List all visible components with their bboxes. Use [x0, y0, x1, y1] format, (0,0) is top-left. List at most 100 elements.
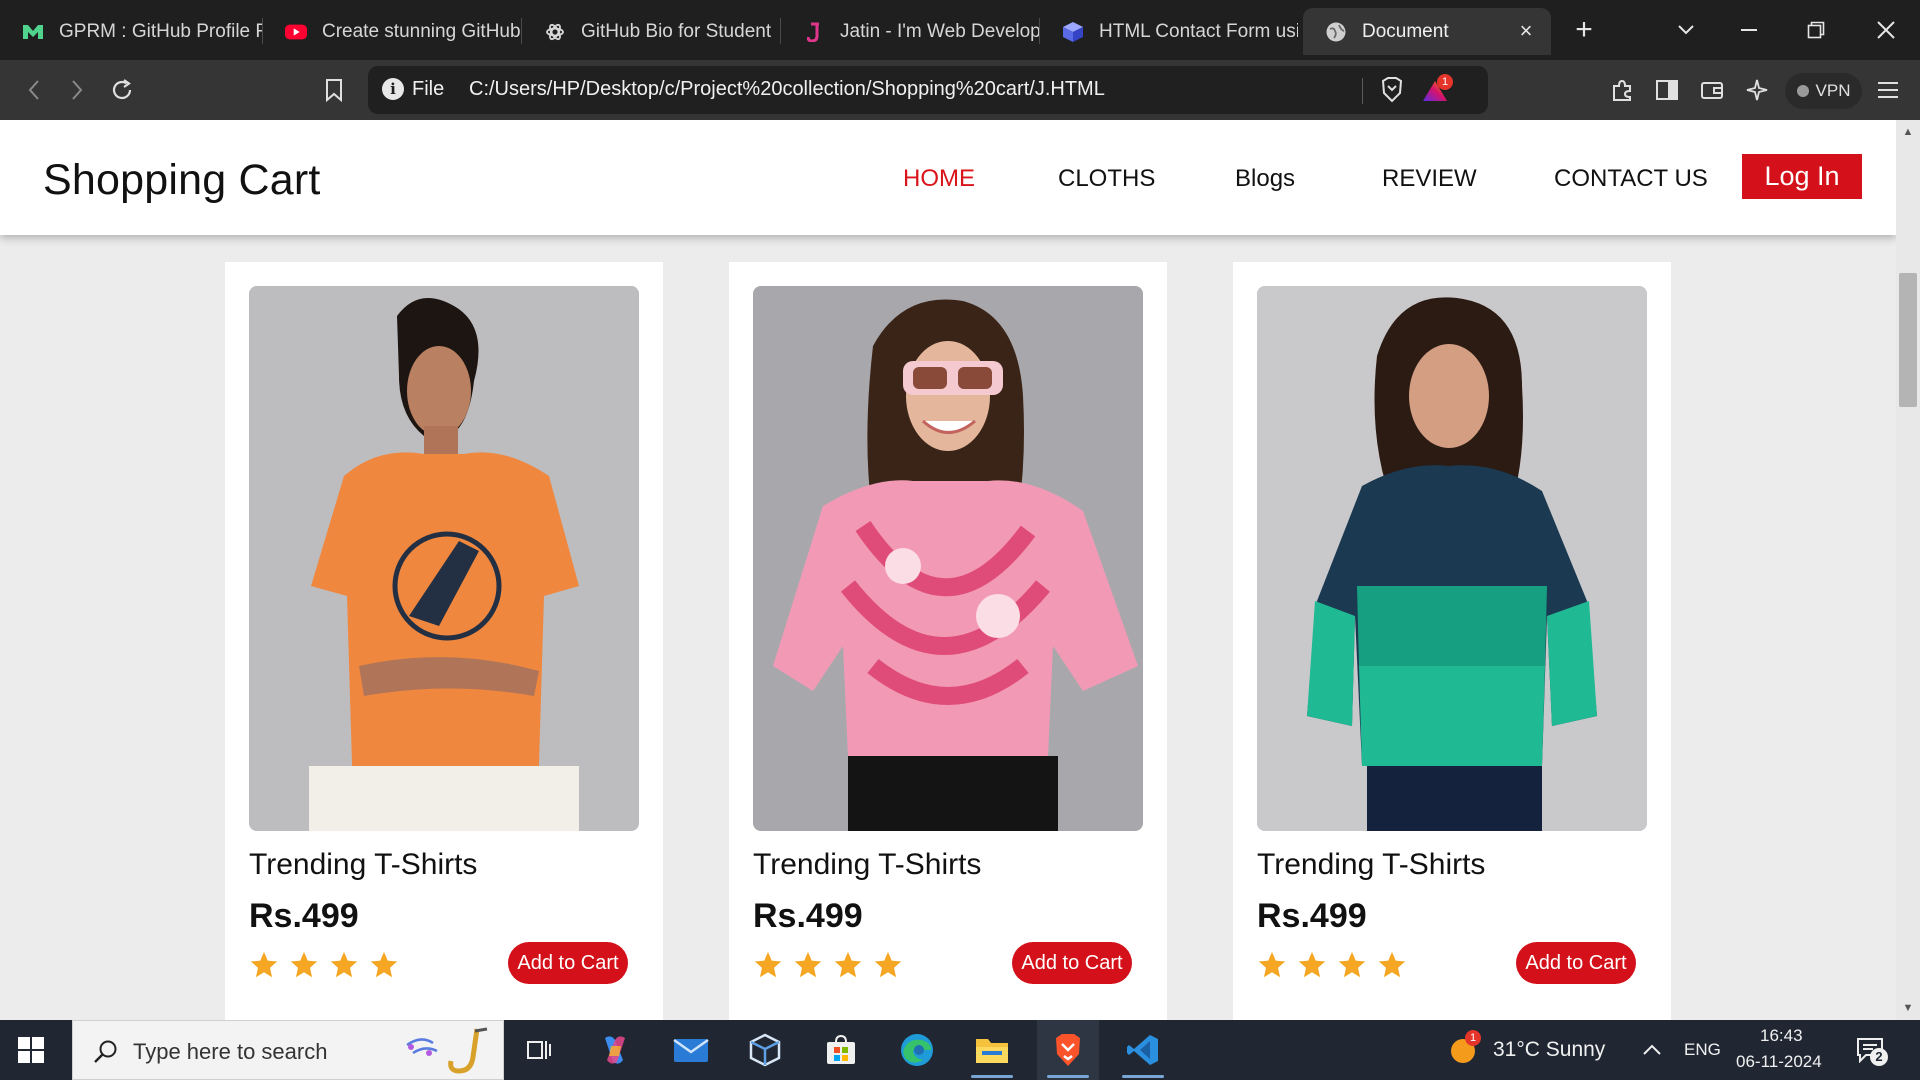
minimize-icon[interactable]: [1729, 10, 1769, 50]
brave-shields-icon[interactable]: [1380, 77, 1404, 108]
brave-icon[interactable]: [1037, 1020, 1099, 1080]
browser-tab[interactable]: Create stunning GitHub: [263, 8, 521, 55]
cube-icon: [1062, 21, 1084, 43]
vpn-status-dot: [1796, 85, 1809, 97]
notifications-icon[interactable]: 2: [1856, 1035, 1890, 1067]
running-indicator: [1122, 1075, 1164, 1078]
url-text[interactable]: C:/Users/HP/Desktop/c/Project%20collecti…: [469, 78, 1105, 101]
youtube-icon: [285, 21, 307, 43]
scroll-down-icon[interactable]: ▼: [1900, 1002, 1916, 1014]
new-tab-icon[interactable]: +: [1564, 10, 1604, 50]
tab-title: GitHub Bio for Student: [581, 20, 772, 42]
vscode-icon[interactable]: [1112, 1020, 1174, 1080]
product-image[interactable]: [1257, 286, 1647, 831]
browser-tab[interactable]: GPRM : GitHub Profile R: [0, 8, 262, 55]
product-image[interactable]: [753, 286, 1143, 831]
close-window-icon[interactable]: [1866, 10, 1906, 50]
weather-badge: 1: [1465, 1030, 1481, 1046]
add-to-cart-button[interactable]: Add to Cart: [508, 942, 628, 984]
star-icon: [754, 951, 782, 978]
nav-review[interactable]: REVIEW: [1382, 165, 1477, 193]
address-bar[interactable]: i File C:/Users/HP/Desktop/c/Project%20c…: [368, 66, 1488, 114]
add-to-cart-button[interactable]: Add to Cart: [1012, 942, 1132, 984]
vpn-button[interactable]: VPN: [1785, 73, 1862, 109]
weather-text[interactable]: 31°C Sunny: [1493, 1038, 1605, 1062]
windows-taskbar: Type here to search 1 31°C Sunny ENG 16:…: [0, 1020, 1920, 1080]
add-to-cart-button[interactable]: Add to Cart: [1516, 942, 1636, 984]
running-indicator: [971, 1075, 1013, 1078]
nav-cloths[interactable]: CLOTHS: [1058, 165, 1155, 193]
nav-blogs[interactable]: Blogs: [1235, 165, 1295, 193]
reload-icon[interactable]: [102, 70, 142, 110]
scrollbar-thumb[interactable]: [1899, 273, 1917, 407]
forward-icon[interactable]: [57, 70, 97, 110]
mail-icon[interactable]: [660, 1020, 722, 1080]
openai-icon: [544, 21, 566, 43]
page-scrollbar[interactable]: [1896, 120, 1920, 1020]
language-indicator[interactable]: ENG: [1684, 1040, 1721, 1060]
bookmark-icon[interactable]: [314, 70, 354, 110]
taskbar-search-box[interactable]: Type here to search: [72, 1020, 504, 1080]
star-icon: [1298, 951, 1326, 978]
site-info-icon[interactable]: i: [382, 78, 404, 100]
weather-icon[interactable]: 1: [1447, 1030, 1481, 1066]
rating-stars: [249, 950, 399, 980]
star-icon: [1258, 951, 1286, 978]
notification-count: 2: [1870, 1048, 1888, 1066]
extensions-icon[interactable]: [1602, 70, 1642, 110]
nav-contact-us[interactable]: CONTACT US: [1554, 165, 1708, 193]
task-view-icon[interactable]: [508, 1020, 570, 1080]
browser-tab[interactable]: Jatin - I'm Web Develop: [781, 8, 1039, 55]
close-tab-icon[interactable]: ×: [1515, 20, 1537, 42]
search-highlight-saxophone-icon: [406, 1027, 488, 1074]
tab-title: Create stunning GitHub: [322, 20, 521, 42]
browser-tab[interactable]: HTML Contact Form usi: [1040, 8, 1298, 55]
product-title: Trending T-Shirts: [249, 848, 478, 881]
star-icon: [834, 951, 862, 978]
search-placeholder: Type here to search: [133, 1039, 328, 1064]
virtualbox-icon[interactable]: [734, 1020, 796, 1080]
sidebar-icon[interactable]: [1647, 70, 1687, 110]
back-icon[interactable]: [14, 70, 54, 110]
tab-title: GPRM : GitHub Profile R: [59, 20, 262, 42]
star-icon: [330, 951, 358, 978]
product-image[interactable]: [249, 286, 639, 831]
file-explorer-icon[interactable]: [961, 1020, 1023, 1080]
login-button[interactable]: Log In: [1742, 154, 1862, 199]
chevron-up-icon[interactable]: [1642, 1042, 1662, 1056]
edge-icon[interactable]: [886, 1020, 948, 1080]
browser-tab-active[interactable]: Document ×: [1303, 8, 1551, 55]
rating-stars: [753, 950, 903, 980]
gprm-logo-icon: [22, 21, 44, 43]
menu-icon[interactable]: [1868, 70, 1908, 110]
scroll-up-icon[interactable]: ▲: [1900, 126, 1916, 138]
chevron-down-icon[interactable]: [1666, 10, 1706, 50]
product-card: Trending T-Shirts Rs.499 Add to Cart: [225, 262, 663, 1020]
browser-tab[interactable]: GitHub Bio for Student: [522, 8, 780, 55]
nav-home[interactable]: HOME: [903, 165, 975, 193]
wallet-icon[interactable]: [1692, 70, 1732, 110]
microsoft-store-icon[interactable]: [810, 1020, 872, 1080]
windows-start-icon[interactable]: [18, 1037, 44, 1063]
brave-rewards-icon[interactable]: 1: [1422, 74, 1456, 105]
star-icon: [1338, 951, 1366, 978]
tab-title: Document: [1362, 20, 1449, 42]
product-price: Rs.499: [249, 897, 359, 935]
product-price: Rs.499: [753, 897, 863, 935]
url-scheme: File: [412, 78, 445, 100]
site-brand[interactable]: Shopping Cart: [43, 156, 321, 205]
star-icon: [370, 951, 398, 978]
web-page: Shopping Cart HOME CLOTHS Blogs REVIEW C…: [0, 120, 1896, 1020]
search-icon: [94, 1040, 117, 1063]
running-indicator: [1047, 1075, 1089, 1078]
clock-time[interactable]: 16:43: [1760, 1026, 1803, 1046]
star-icon: [290, 951, 318, 978]
clock-date[interactable]: 06-11-2024: [1736, 1052, 1822, 1072]
leo-ai-icon[interactable]: [1737, 70, 1777, 110]
tab-title: HTML Contact Form usi: [1099, 20, 1298, 42]
restore-icon[interactable]: [1796, 10, 1836, 50]
star-icon: [1378, 951, 1406, 978]
letter-j-icon: [803, 21, 825, 43]
address-bar-divider: [1362, 78, 1363, 104]
copilot-icon[interactable]: [584, 1020, 646, 1080]
